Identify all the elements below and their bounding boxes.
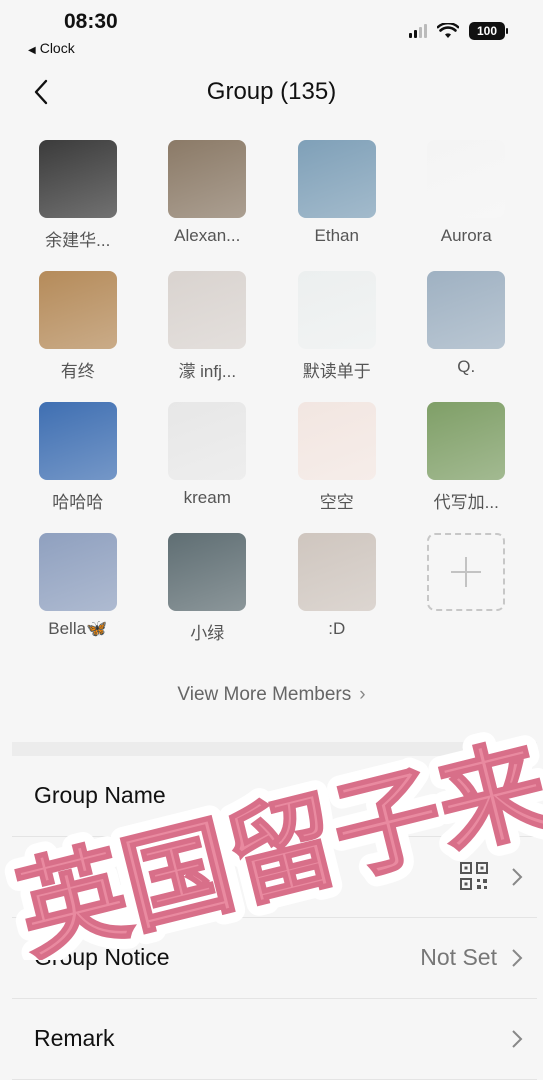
remark-label: Remark [34, 1025, 115, 1051]
group-notice-row[interactable]: Group Notice Not Set [12, 918, 537, 999]
member-item[interactable]: Alexan... [143, 140, 273, 251]
member-item[interactable]: 代写加... [402, 402, 532, 513]
member-name: 代写加... [433, 493, 499, 512]
member-item[interactable]: :D [272, 533, 402, 644]
member-item[interactable]: 哈哈哈 [13, 402, 143, 513]
member-avatar [38, 533, 117, 611]
status-bar: 08:30 ◀ Clock 100 [0, 0, 543, 64]
member-avatar [168, 402, 247, 480]
group-name-label: Group Name [34, 782, 166, 808]
member-item[interactable]: Q. [402, 271, 532, 382]
member-avatar [297, 533, 376, 611]
member-avatar [427, 271, 506, 349]
member-name: 哈哈哈 [52, 493, 104, 512]
back-triangle-icon: ◀ [28, 45, 36, 56]
member-avatar [38, 140, 117, 218]
section-divider [12, 742, 537, 756]
member-avatar [427, 402, 506, 480]
member-avatar [297, 140, 376, 218]
member-avatar [168, 140, 247, 218]
member-name: 空空 [319, 493, 354, 512]
member-name: 默读单于 [302, 362, 371, 381]
member-item[interactable]: 小绿 [143, 533, 273, 644]
back-app-label: Clock [39, 40, 75, 56]
member-name: 濛 infj... [178, 362, 237, 381]
members-grid: 余建华... Alexan... Ethan Aurora 有终 濛 infj... 默读单… [0, 140, 543, 644]
member-avatar [427, 140, 506, 218]
member-item[interactable]: 濛 infj... [143, 271, 273, 382]
page-title: Group (135) [206, 78, 337, 105]
add-member-plus-icon[interactable] [427, 533, 506, 611]
status-icons: 100 [409, 22, 508, 40]
chevron-right-icon [512, 1030, 523, 1048]
member-avatar [38, 271, 117, 349]
group-name-row[interactable]: Group Name [12, 756, 537, 837]
battery-icon: 100 [469, 22, 508, 40]
settings-list: Group Name Group Notice Not Set Remark [12, 756, 537, 1080]
member-item[interactable]: 默读单于 [272, 271, 402, 382]
members-section: 余建华... Alexan... Ethan Aurora 有终 濛 infj... 默读单… [0, 140, 543, 644]
wifi-icon [437, 23, 459, 38]
member-avatar [168, 271, 247, 349]
group-notice-label: Group Notice [34, 944, 170, 970]
member-name: kream [183, 488, 231, 507]
member-item[interactable]: Aurora [402, 140, 532, 251]
member-name: Bella🦋 [48, 619, 108, 638]
cellular-signal-icon [409, 24, 427, 38]
group-notice-value: Not Set [420, 944, 497, 970]
member-name: Ethan [314, 226, 359, 245]
add-member-item[interactable] [402, 533, 532, 644]
member-avatar [297, 402, 376, 480]
member-item[interactable]: Ethan [272, 140, 402, 251]
group-qr-row[interactable] [12, 837, 537, 918]
member-name: Aurora [440, 226, 492, 245]
back-to-app-link[interactable]: ◀ Clock [28, 40, 75, 56]
member-item[interactable]: 空空 [272, 402, 402, 513]
member-item[interactable]: kream [143, 402, 273, 513]
member-name: 小绿 [190, 624, 225, 643]
member-avatar [38, 402, 117, 480]
member-name: 余建华... [45, 231, 111, 250]
member-item[interactable]: 有终 [13, 271, 143, 382]
qr-code-icon [460, 862, 488, 890]
member-name: Alexan... [174, 226, 241, 245]
chevron-right-icon [512, 949, 523, 967]
view-more-label: View More Members [177, 684, 352, 705]
member-name: Q. [457, 357, 476, 376]
member-item[interactable]: Bella🦋 [13, 533, 143, 644]
clock-time: 08:30 [64, 10, 118, 33]
member-name: :D [328, 619, 346, 638]
member-avatar [297, 271, 376, 349]
member-name: 有终 [60, 362, 95, 381]
chevron-right-icon [512, 868, 523, 886]
member-item[interactable]: 余建华... [13, 140, 143, 251]
view-more-members-link[interactable]: View More Members › [0, 684, 543, 706]
remark-row[interactable]: Remark [12, 999, 537, 1080]
nav-header: Group (135) [0, 64, 543, 122]
chevron-right-icon: › [359, 684, 366, 705]
member-avatar [168, 533, 247, 611]
